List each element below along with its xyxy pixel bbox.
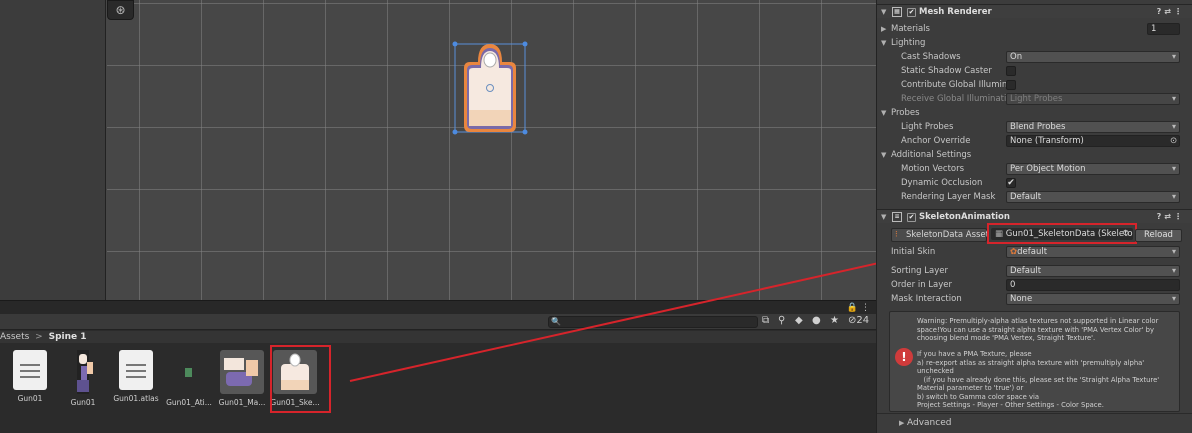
light-probes-row: Light Probes Blend Probes xyxy=(877,120,1192,134)
scene-view[interactable]: ⊛ xyxy=(0,0,876,300)
highlight-box-asset xyxy=(270,345,331,413)
fold-arrow-icon[interactable]: ▼ xyxy=(881,36,886,50)
search-input[interactable]: 🔍 xyxy=(548,316,758,328)
star-icon[interactable]: ★ xyxy=(830,315,839,326)
scene-bottom-bar: 🔒 ⋮ xyxy=(0,300,876,314)
text-file-icon xyxy=(13,350,47,390)
mask-interaction-row: Mask Interaction None xyxy=(877,292,1192,306)
atlas-texture-icon xyxy=(61,350,105,394)
create-icon[interactable]: ⧉ xyxy=(762,315,769,326)
script-icon: ≡ xyxy=(892,212,902,222)
skeleton-data-field[interactable]: ▦ Gun01_SkeletonData (Skeleto xyxy=(991,228,1133,240)
motion-vectors-dropdown[interactable]: Per Object Motion xyxy=(1006,163,1180,175)
dynamic-occlusion-checkbox[interactable]: ✔ xyxy=(1006,178,1016,188)
text-file-icon xyxy=(119,350,153,390)
contribute-gi-checkbox[interactable] xyxy=(1006,80,1016,90)
breadcrumb-assets[interactable]: Assets xyxy=(0,332,29,342)
atlas-asset-icon xyxy=(167,350,211,394)
light-probes-dropdown[interactable]: Blend Probes xyxy=(1006,121,1180,133)
filter-type-icon[interactable]: ⚲ xyxy=(778,315,785,326)
lighting-row[interactable]: ▼ Lighting xyxy=(877,36,1192,50)
material-icon xyxy=(220,350,264,394)
additional-settings-row[interactable]: ▼ Additional Settings xyxy=(877,148,1192,162)
breadcrumb: Assets > Spine 1 xyxy=(0,331,876,343)
error-filter-icon[interactable]: ● xyxy=(812,315,821,326)
skeleton-data-icon: ▦ xyxy=(995,229,1004,239)
asset-item-gun01-png[interactable]: Gun01 xyxy=(54,350,112,407)
initial-skin-row: Initial Skin ✿default xyxy=(877,245,1192,259)
asset-item-gun01-material[interactable]: Gun01_Ma... xyxy=(213,350,271,407)
fold-arrow-icon[interactable]: ▼ xyxy=(881,106,886,120)
asset-grid: Gun01 Gun01 Gun01.atlas Gun01_Ati... Gun… xyxy=(0,344,876,433)
mesh-renderer-icon: ▦ xyxy=(892,7,902,17)
lock-menu-icons[interactable]: 🔒 ⋮ xyxy=(847,303,870,313)
fold-arrow-icon[interactable]: ▼ xyxy=(881,210,886,224)
globe-grid-icon[interactable]: ⊛ xyxy=(107,0,134,20)
warning-text: Warning: Premultiply-alpha atlas texture… xyxy=(917,317,1161,342)
enable-checkbox[interactable]: ✔ xyxy=(907,213,916,222)
skeleton-animation-header[interactable]: ▼ ≡ ✔ SkeletonAnimation ?⇄⋮ xyxy=(877,209,1192,223)
sorting-layer-row: Sorting Layer Default xyxy=(877,264,1192,278)
component-menu-icons[interactable]: ?⇄⋮ xyxy=(1157,210,1185,224)
receive-gi-dropdown: Light Probes xyxy=(1006,93,1180,105)
object-picker-icon[interactable]: ⊙ xyxy=(1170,134,1177,148)
initial-skin-dropdown[interactable]: ✿default xyxy=(1006,246,1180,258)
scene-left-panel xyxy=(0,0,106,300)
mesh-renderer-header[interactable]: ▼ ▦ ✔ Mesh Renderer ?⇄⋮ xyxy=(877,4,1192,18)
error-icon: ! xyxy=(895,348,913,366)
dynamic-occlusion-row: Dynamic Occlusion ✔ xyxy=(901,178,1016,188)
sorting-layer-dropdown[interactable]: Default xyxy=(1006,265,1180,277)
probes-row[interactable]: ▼ Probes xyxy=(877,106,1192,120)
warning-instructions: If you have a PMA Texture, please a) re-… xyxy=(917,350,1160,409)
breadcrumb-spine[interactable]: Spine 1 xyxy=(49,332,87,342)
object-picker-icon[interactable]: ⊙ xyxy=(1122,228,1129,237)
mask-interaction-dropdown[interactable]: None xyxy=(1006,293,1180,305)
motion-vectors-row: Motion Vectors Per Object Motion xyxy=(877,162,1192,176)
asset-item-gun01-atlas[interactable]: Gun01.atlas xyxy=(107,350,165,403)
static-shadow-checkbox[interactable] xyxy=(1006,66,1016,76)
materials-row[interactable]: ▶ Materials 1 xyxy=(877,22,1192,36)
fold-arrow-icon[interactable]: ▶ xyxy=(881,22,886,36)
hidden-count[interactable]: ⊘24 xyxy=(848,315,869,326)
fold-arrow-icon[interactable]: ▼ xyxy=(881,148,886,162)
project-toolbar: 🔍 ⧉ ⚲ ◆ ● ★ ⊘24 xyxy=(0,314,876,330)
fold-arrow-icon[interactable]: ▶ xyxy=(899,414,904,432)
asset-item-gun01-atlas-asset[interactable]: Gun01_Ati... xyxy=(160,350,218,407)
pma-warning-box: Warning: Premultiply-alpha atlas texture… xyxy=(889,311,1180,412)
spine-icon: ⁝ xyxy=(895,230,898,240)
fold-arrow-icon[interactable]: ▼ xyxy=(881,5,886,19)
rendering-layer-mask-row: Rendering Layer Mask Default xyxy=(877,190,1192,204)
static-shadow-row: Static Shadow Caster xyxy=(877,64,1192,78)
order-in-layer-row: Order in Layer 0 xyxy=(877,278,1192,292)
cast-shadows-dropdown[interactable]: On xyxy=(1006,51,1180,63)
skeleton-data-label-button[interactable]: ⁝ SkeletonData Asset xyxy=(891,228,989,242)
contribute-gi-row: Contribute Global Illuminat xyxy=(901,80,1016,90)
component-menu-icons[interactable]: ?⇄⋮ xyxy=(1157,5,1185,19)
order-in-layer-field[interactable]: 0 xyxy=(1006,279,1180,291)
highlight-box-skeleton-data: ▦ Gun01_SkeletonData (Skeleto ⊙ xyxy=(987,223,1137,244)
anchor-override-field[interactable]: None (Transform) xyxy=(1006,135,1180,147)
reload-button[interactable]: Reload xyxy=(1135,229,1182,242)
enable-checkbox[interactable]: ✔ xyxy=(907,8,916,17)
receive-gi-row: Receive Global Illumination Light Probes xyxy=(877,92,1192,106)
selected-skeleton-sprite[interactable] xyxy=(450,38,530,138)
project-window: 🔍 ⧉ ⚲ ◆ ● ★ ⊘24 Assets > Spine 1 Gun01 G… xyxy=(0,314,876,433)
anchor-override-row: Anchor Override None (Transform) ⊙ xyxy=(877,134,1192,148)
label-icon[interactable]: ◆ xyxy=(795,315,803,326)
asset-item-gun01-json[interactable]: Gun01 xyxy=(1,350,59,403)
breadcrumb-separator: > xyxy=(35,332,43,342)
advanced-foldout[interactable]: ▶ Advanced xyxy=(877,413,1192,433)
cast-shadows-row: Cast Shadows On xyxy=(877,50,1192,64)
rendering-layer-mask-dropdown[interactable]: Default xyxy=(1006,191,1180,203)
inspector-panel: ▼ ▦ ✔ Mesh Renderer ?⇄⋮ ▶ Materials 1 ▼ … xyxy=(876,0,1192,433)
